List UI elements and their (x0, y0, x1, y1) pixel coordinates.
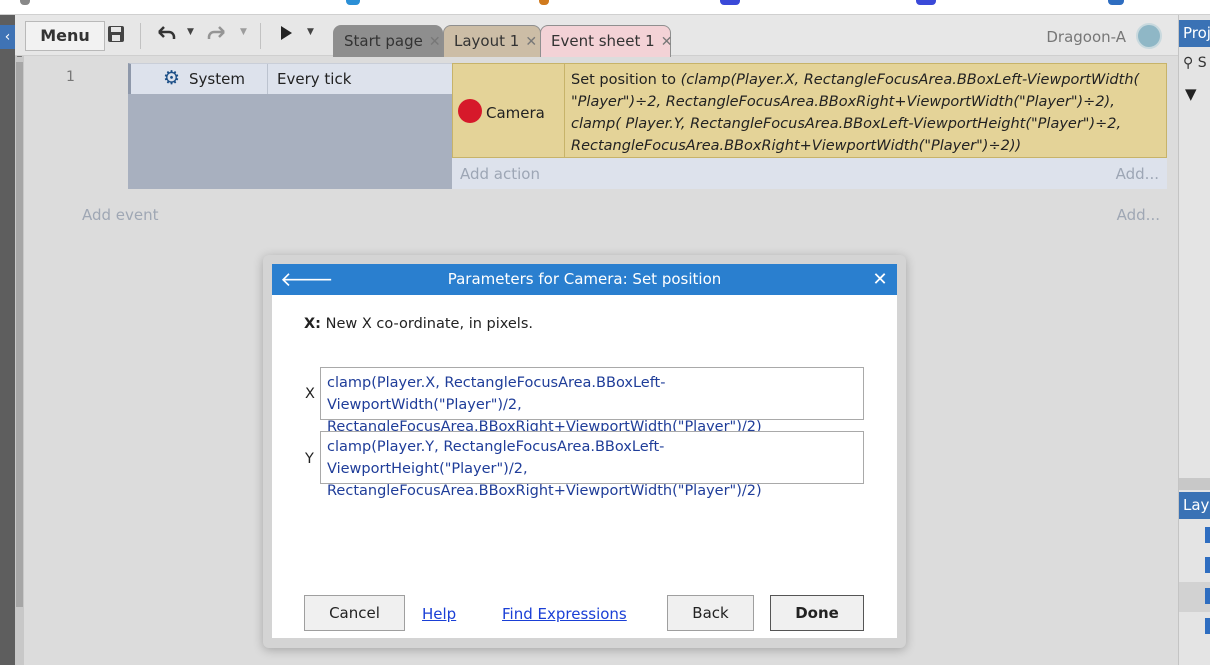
condition-object-label: System (189, 70, 245, 88)
left-panel-strip: ‹ (0, 15, 15, 665)
save-icon[interactable] (105, 24, 127, 46)
menu-button[interactable]: Menu (25, 21, 105, 51)
tab-label: Event sheet 1 (551, 32, 655, 50)
layer-visible-checkbox[interactable] (1205, 618, 1210, 634)
condition-object-cell[interactable]: ⚙ System (131, 64, 268, 94)
back-arrow-icon[interactable]: 🡐 (280, 264, 334, 295)
action-object-cell[interactable]: Camera (453, 64, 565, 157)
play-dropdown-icon[interactable]: ▼ (307, 27, 314, 37)
event-action[interactable]: Camera Set position to (clamp(Player.X, … (452, 63, 1167, 158)
layers-panel-header[interactable]: Laye (1179, 492, 1210, 519)
main-toolbar: Menu ▼ ▼ ▼ Start page ✕ Layout 1 ✕ Event s… (15, 15, 1178, 57)
y-expression-text: clamp(Player.Y, RectangleFocusArea.BBoxL… (327, 439, 762, 499)
close-icon[interactable]: ✕ (525, 34, 537, 50)
parameters-dialog: 🡐 Parameters for Camera: Set position ✕ … (272, 264, 897, 638)
top-strip-fragment (346, 0, 360, 5)
action-object-label: Camera (486, 104, 545, 122)
close-icon[interactable]: ✕ (429, 34, 441, 50)
event-block-body[interactable] (128, 94, 473, 189)
vertical-scrollbar[interactable]: ▲ (15, 48, 24, 665)
parameter-name: X: (304, 316, 321, 332)
x-expression-field[interactable]: clamp(Player.X, RectangleFocusArea.BBoxL… (320, 367, 864, 435)
find-expressions-link[interactable]: Find Expressions (502, 605, 627, 623)
add-action-link[interactable]: Add action (460, 165, 540, 183)
scrollbar-thumb[interactable] (16, 62, 23, 607)
parameter-description: X: New X co-ordinate, in pixels. (304, 316, 533, 332)
toolbar-separator (260, 23, 261, 49)
y-param-label: Y (305, 451, 314, 467)
top-strip-fragment (720, 0, 740, 5)
right-panel: Proj ⚲ S ▼ Laye (1178, 15, 1210, 665)
project-panel-header[interactable]: Proj (1179, 20, 1210, 47)
chevron-down-icon[interactable]: ▼ (1185, 85, 1197, 103)
event-condition[interactable]: ⚙ System Every tick (128, 63, 473, 94)
tab-layout-1[interactable]: Layout 1 ✕ (443, 25, 541, 57)
top-strip-fragment (20, 0, 30, 5)
toolbar-separator (140, 23, 141, 49)
collapse-left-icon[interactable]: ‹ (0, 25, 15, 49)
dialog-title-bar: 🡐 Parameters for Camera: Set position ✕ (272, 264, 897, 295)
add-more-link[interactable]: Add... (1116, 165, 1159, 183)
x-param-label: X (305, 386, 315, 402)
add-more-link[interactable]: Add... (1117, 206, 1160, 224)
project-search[interactable]: ⚲ S (1183, 55, 1207, 71)
layer-visible-checkbox[interactable] (1205, 588, 1210, 604)
undo-icon[interactable] (155, 24, 177, 46)
top-strip-fragment (539, 0, 549, 5)
avatar[interactable] (1136, 23, 1162, 49)
help-link[interactable]: Help (422, 605, 456, 623)
tab-label: Start page (344, 32, 423, 50)
x-expression-text: clamp(Player.X, RectangleFocusArea.BBoxL… (327, 375, 762, 435)
undo-dropdown-icon[interactable]: ▼ (187, 27, 194, 37)
redo-dropdown-icon[interactable]: ▼ (240, 27, 247, 37)
user-name[interactable]: Dragoon-A (1046, 28, 1126, 46)
add-event-link[interactable]: Add event (82, 206, 159, 224)
back-button[interactable]: Back (667, 595, 754, 631)
tab-event-sheet-1[interactable]: Event sheet 1 ✕ (540, 25, 673, 57)
play-icon[interactable] (275, 24, 297, 46)
gear-icon: ⚙ (163, 67, 181, 89)
close-icon[interactable]: ✕ (661, 34, 673, 50)
done-button[interactable]: Done (770, 595, 864, 631)
redo-icon[interactable] (206, 24, 228, 46)
tab-label: Layout 1 (454, 32, 520, 50)
top-strip-fragment (1108, 0, 1124, 5)
browser-top-strip (0, 0, 1210, 15)
top-strip-fragment (916, 0, 936, 5)
cancel-button[interactable]: Cancel (304, 595, 405, 631)
dialog-title: Parameters for Camera: Set position (447, 270, 722, 288)
layer-visible-checkbox[interactable] (1205, 527, 1210, 543)
parameter-desc-text: New X co-ordinate, in pixels. (320, 316, 534, 332)
condition-text: Every tick (277, 70, 352, 88)
search-placeholder: S (1197, 55, 1207, 71)
tab-start-page[interactable]: Start page ✕ (333, 25, 443, 57)
add-action-row[interactable]: Add action Add... (452, 158, 1167, 189)
layer-visible-checkbox[interactable] (1205, 557, 1210, 573)
camera-icon (458, 99, 482, 123)
y-expression-field[interactable]: clamp(Player.Y, RectangleFocusArea.BBoxL… (320, 431, 864, 499)
parameters-dialog-frame: 🡐 Parameters for Camera: Set position ✕ … (263, 255, 906, 648)
action-prefix: Set position to (571, 72, 681, 88)
panel-divider[interactable] (1179, 478, 1210, 490)
search-icon: ⚲ (1183, 55, 1194, 71)
event-row-number: 1 (66, 69, 75, 85)
close-icon[interactable]: ✕ (871, 264, 889, 295)
action-text: Set position to (clamp(Player.X, Rectang… (571, 69, 1161, 157)
